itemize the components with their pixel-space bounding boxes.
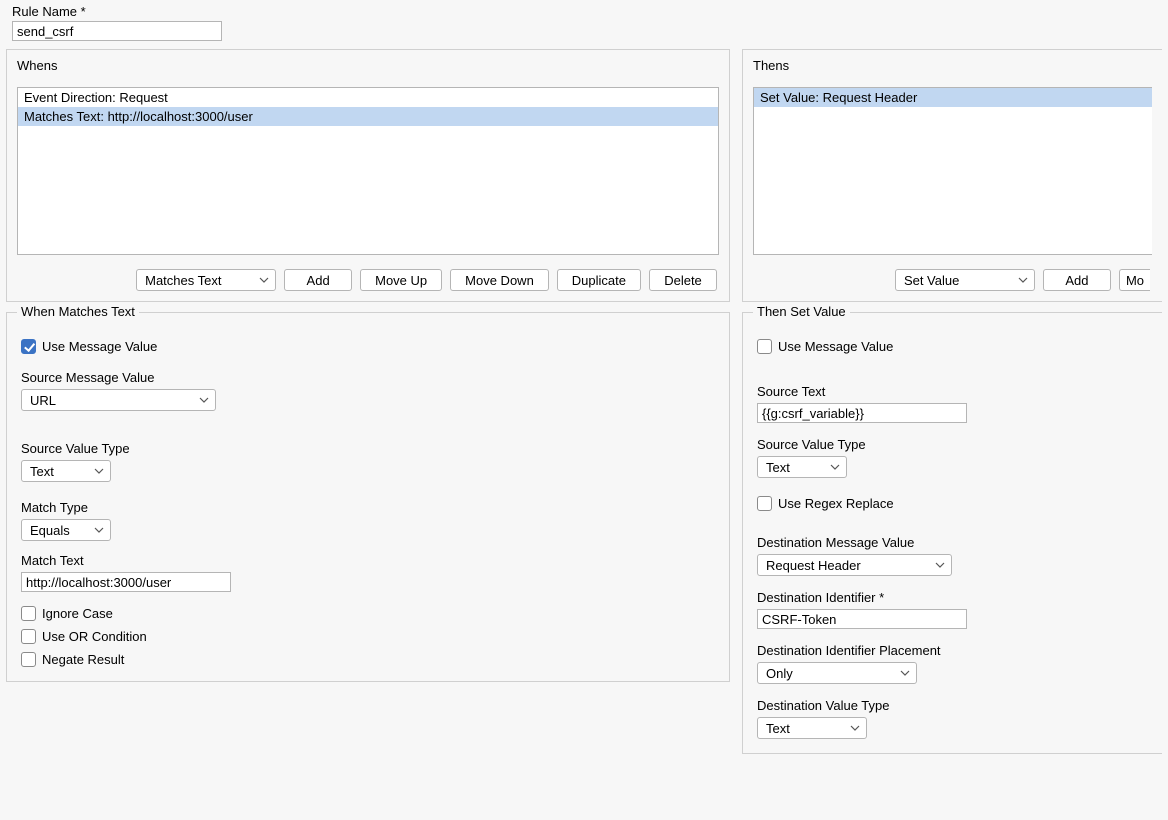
chevron-down-icon bbox=[1018, 277, 1028, 283]
use-regex-replace-checkbox[interactable] bbox=[757, 496, 772, 511]
whens-delete-button[interactable]: Delete bbox=[649, 269, 717, 291]
when-source-value-type-select[interactable]: Text bbox=[21, 460, 111, 482]
whens-add-button[interactable]: Add bbox=[284, 269, 352, 291]
thens-type-select-value: Set Value bbox=[904, 273, 959, 288]
match-type-select[interactable]: Equals bbox=[21, 519, 111, 541]
dest-message-value-label: Destination Message Value bbox=[757, 535, 1148, 550]
then-use-message-value-label: Use Message Value bbox=[778, 339, 893, 354]
whens-duplicate-button[interactable]: Duplicate bbox=[557, 269, 641, 291]
then-detail-legend: Then Set Value bbox=[753, 304, 850, 319]
whens-type-select-value: Matches Text bbox=[145, 273, 221, 288]
whens-panel: Whens Event Direction: RequestMatches Te… bbox=[6, 49, 730, 302]
negate-result-checkbox[interactable] bbox=[21, 652, 36, 667]
when-use-message-value-label: Use Message Value bbox=[42, 339, 157, 354]
dest-identifier-placement-label: Destination Identifier Placement bbox=[757, 643, 1148, 658]
use-regex-replace-label: Use Regex Replace bbox=[778, 496, 894, 511]
thens-title: Thens bbox=[753, 58, 1152, 73]
dest-identifier-placement-select[interactable]: Only bbox=[757, 662, 917, 684]
list-item[interactable]: Event Direction: Request bbox=[18, 88, 718, 107]
whens-title: Whens bbox=[17, 58, 719, 73]
ignore-case-checkbox[interactable] bbox=[21, 606, 36, 621]
thens-moveup-button[interactable]: Mo bbox=[1119, 269, 1150, 291]
when-source-value-type-label: Source Value Type bbox=[21, 441, 715, 456]
list-item[interactable]: Matches Text: http://localhost:3000/user bbox=[18, 107, 718, 126]
source-message-value-select[interactable]: URL bbox=[21, 389, 216, 411]
chevron-down-icon bbox=[94, 468, 104, 474]
then-detail-fieldset: Then Set Value Use Message Value Source … bbox=[742, 312, 1162, 754]
source-text-label: Source Text bbox=[757, 384, 1148, 399]
source-message-value-label: Source Message Value bbox=[21, 370, 715, 385]
match-text-input[interactable] bbox=[21, 572, 231, 592]
source-text-input[interactable] bbox=[757, 403, 967, 423]
thens-type-select[interactable]: Set Value bbox=[895, 269, 1035, 291]
use-or-label: Use OR Condition bbox=[42, 629, 147, 644]
ignore-case-label: Ignore Case bbox=[42, 606, 113, 621]
chevron-down-icon bbox=[830, 464, 840, 470]
whens-moveup-button[interactable]: Move Up bbox=[360, 269, 442, 291]
dest-value-type-select[interactable]: Text bbox=[757, 717, 867, 739]
when-use-message-value-checkbox[interactable] bbox=[21, 339, 36, 354]
thens-add-button[interactable]: Add bbox=[1043, 269, 1111, 291]
when-detail-legend: When Matches Text bbox=[17, 304, 139, 319]
chevron-down-icon bbox=[259, 277, 269, 283]
chevron-down-icon bbox=[94, 527, 104, 533]
thens-listbox[interactable]: Set Value: Request Header bbox=[753, 87, 1152, 255]
thens-panel: Thens Set Value: Request Header Set Valu… bbox=[742, 49, 1162, 302]
chevron-down-icon bbox=[199, 397, 209, 403]
match-type-label: Match Type bbox=[21, 500, 715, 515]
whens-listbox[interactable]: Event Direction: RequestMatches Text: ht… bbox=[17, 87, 719, 255]
when-detail-fieldset: When Matches Text Use Message Value Sour… bbox=[6, 312, 730, 682]
negate-result-label: Negate Result bbox=[42, 652, 124, 667]
dest-identifier-label: Destination Identifier * bbox=[757, 590, 1148, 605]
dest-identifier-input[interactable] bbox=[757, 609, 967, 629]
use-or-checkbox[interactable] bbox=[21, 629, 36, 644]
chevron-down-icon bbox=[850, 725, 860, 731]
whens-type-select[interactable]: Matches Text bbox=[136, 269, 276, 291]
match-text-label: Match Text bbox=[21, 553, 715, 568]
then-source-value-type-label: Source Value Type bbox=[757, 437, 1148, 452]
dest-value-type-label: Destination Value Type bbox=[757, 698, 1148, 713]
chevron-down-icon bbox=[935, 562, 945, 568]
dest-message-value-select[interactable]: Request Header bbox=[757, 554, 952, 576]
whens-movedown-button[interactable]: Move Down bbox=[450, 269, 549, 291]
rule-name-label: Rule Name * bbox=[12, 4, 1156, 19]
rule-name-input[interactable] bbox=[12, 21, 222, 41]
list-item[interactable]: Set Value: Request Header bbox=[754, 88, 1152, 107]
then-use-message-value-checkbox[interactable] bbox=[757, 339, 772, 354]
then-source-value-type-select[interactable]: Text bbox=[757, 456, 847, 478]
chevron-down-icon bbox=[900, 670, 910, 676]
